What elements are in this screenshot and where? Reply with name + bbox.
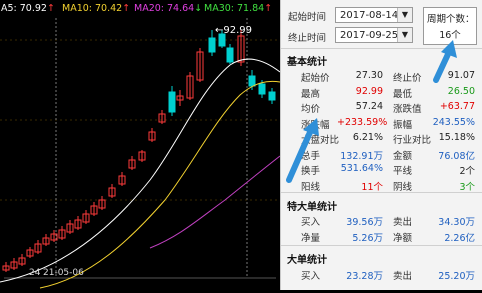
- basic-stat-value: 15.18%: [438, 132, 475, 143]
- candlestick-plot: [0, 18, 281, 289]
- basic-stat-label: 最高: [301, 88, 321, 100]
- ma10-legend: MA10: 70.42↑: [62, 3, 130, 14]
- chevron-down-icon[interactable]: ▼: [397, 28, 412, 42]
- ma20-line: [149, 155, 281, 249]
- big-order-stat-label: 净量: [301, 233, 321, 244]
- start-date-picker[interactable]: 2017-08-14 ▼: [335, 7, 413, 23]
- big-order-stats-title: 特大单统计: [287, 202, 337, 213]
- candle-body: [268, 91, 276, 101]
- basic-stat-value: 2个: [459, 166, 475, 177]
- ma5-label: A5: 70.92: [1, 3, 47, 14]
- big-order-stat-value: 5.26万: [352, 233, 383, 244]
- basic-stat-value: 531.64%: [340, 163, 383, 174]
- ma5-arrow: ↑: [46, 3, 55, 14]
- basic-stat-row: 阳线 11个 阴线 3个: [281, 179, 482, 197]
- basic-stat-label: 金额: [393, 150, 413, 162]
- basic-stat-label: 涨跌值: [393, 104, 422, 115]
- large-order-stat-row: 买入 23.28万 卖出 25.20万: [281, 268, 482, 286]
- basic-stat-label: 阴线: [393, 181, 413, 193]
- basic-stat-value: 132.91万: [340, 150, 383, 162]
- basic-stat-label: 起始价: [301, 73, 330, 84]
- ma20-label: MA20: 74.64: [134, 3, 195, 14]
- basic-stat-value: 91.07: [447, 70, 475, 81]
- peak-price-value: 92.99: [223, 25, 253, 36]
- ma5-legend: A5: 70.92↑: [1, 3, 55, 14]
- basic-stat-value: +63.77: [439, 101, 475, 112]
- ma30-label: MA30: 71.84: [204, 3, 265, 14]
- period-count-box: 周期个数： 16个: [423, 7, 477, 45]
- basic-stats-title: 基本统计: [287, 57, 327, 68]
- basic-stat-value: 6.21%: [352, 132, 383, 143]
- big-order-stat-label: 卖出: [393, 217, 413, 228]
- basic-stat-value: 26.50: [447, 85, 475, 97]
- basic-stat-label: 最低: [393, 88, 413, 100]
- large-order-stat-label: 卖出: [393, 271, 413, 282]
- chevron-down-icon[interactable]: ▼: [397, 8, 412, 22]
- basic-stat-value: +233.59%: [337, 116, 388, 128]
- basic-stat-value: 76.08亿: [438, 150, 475, 162]
- basic-stat-label: 换手: [301, 166, 321, 177]
- divider: [281, 48, 482, 49]
- period-count-label: 周期个数：: [427, 14, 475, 25]
- interval-statistics-panel: 起始时间 2017-08-14 ▼ 终止时间 2017-09-25 ▼ 周期个数…: [280, 0, 482, 290]
- ma30-arrow: ↑: [264, 3, 273, 14]
- kline-chart[interactable]: A5: 70.92↑ MA10: 70.42↑ MA20: 74.64↓ MA3…: [0, 0, 281, 290]
- big-order-stat-value: 34.30万: [438, 217, 475, 228]
- basic-stat-label: 终止价: [393, 73, 422, 84]
- basic-stat-value: 92.99: [355, 85, 383, 97]
- peak-price-label: ←92.99: [215, 25, 252, 36]
- basic-stat-value: 57.24: [355, 101, 383, 112]
- axis-label: 24: [29, 268, 41, 278]
- large-order-stat-label: 买入: [301, 271, 321, 282]
- ma20-arrow: ↓: [194, 3, 203, 14]
- ma10-label: MA10: 70.42: [62, 3, 123, 14]
- basic-stat-value: 243.55%: [432, 116, 475, 128]
- start-time-label: 起始时间: [288, 12, 327, 23]
- divider: [281, 245, 482, 246]
- big-order-stat-label: 买入: [301, 217, 321, 228]
- candle-body: [168, 91, 176, 113]
- basic-stat-label: 涨跌幅: [301, 119, 330, 131]
- basic-stat-label: 总手: [301, 150, 321, 162]
- candle-body: [248, 75, 256, 87]
- basic-stat-label: 阳线: [301, 181, 321, 193]
- end-date-picker[interactable]: 2017-09-25 ▼: [335, 27, 413, 43]
- ma30-legend: MA30: 71.84↑: [204, 3, 272, 14]
- basic-stat-label: 振幅: [393, 119, 413, 131]
- divider: [281, 192, 482, 193]
- basic-stat-label: 均价: [301, 104, 321, 115]
- period-count-value: 16个: [439, 30, 461, 41]
- candle-body: [258, 83, 266, 95]
- candle-body: [208, 37, 216, 53]
- big-order-stat-value: 39.56万: [346, 217, 383, 228]
- candle-body: [226, 47, 234, 63]
- basic-stat-label: 大盘对比: [301, 135, 340, 146]
- start-date-value: 2017-08-14: [340, 10, 399, 21]
- basic-stat-label: 平线: [393, 166, 413, 177]
- ma20-legend: MA20: 74.64↓: [134, 3, 202, 14]
- date-axis-label: 21-05-06: [43, 268, 84, 278]
- large-order-stat-value: 25.20万: [438, 271, 475, 282]
- basic-stat-value: 3个: [459, 181, 475, 193]
- basic-stat-value: 11个: [361, 181, 383, 193]
- big-order-stat-value: 2.26亿: [444, 233, 475, 244]
- basic-stat-label: 行业对比: [393, 135, 432, 146]
- large-order-stats-title: 大单统计: [287, 255, 327, 266]
- ma10-arrow: ↑: [122, 3, 131, 14]
- large-order-stat-value: 23.28万: [346, 271, 383, 282]
- end-time-label: 终止时间: [288, 33, 327, 44]
- ma5-line: [0, 58, 281, 283]
- big-order-stat-label: 净额: [393, 233, 413, 244]
- end-date-value: 2017-09-25: [340, 30, 399, 41]
- basic-stat-value: 27.30: [355, 70, 383, 81]
